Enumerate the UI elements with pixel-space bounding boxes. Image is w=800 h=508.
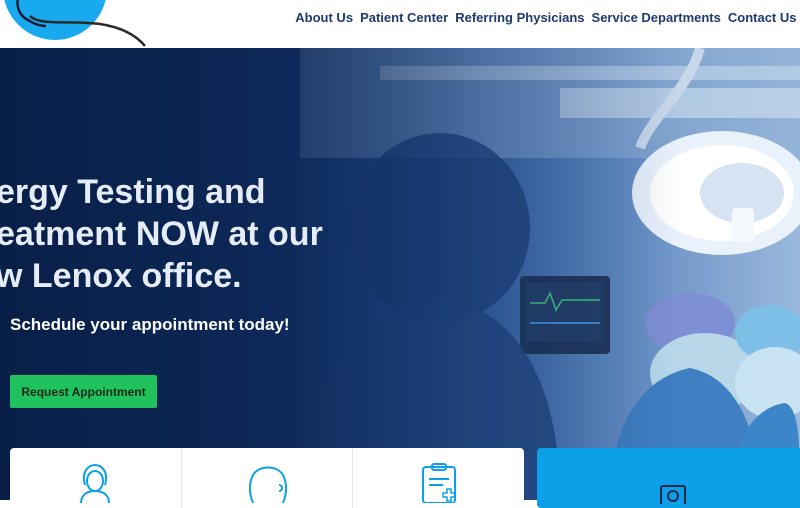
request-appointment-button[interactable]: Request Appointment — [10, 375, 157, 408]
clipboard-medical-icon — [421, 463, 456, 503]
logo[interactable] — [0, 0, 160, 48]
hero-headline: ergy Testing and eatment NOW at our w Le… — [0, 171, 356, 297]
nav-referring-physicians[interactable]: Referring Physicians — [452, 10, 588, 26]
card-head[interactable] — [182, 448, 354, 508]
nav-about-us[interactable]: About Us — [292, 10, 357, 26]
logo-icon — [4, 0, 146, 47]
head-profile-icon — [249, 466, 287, 503]
card-clipboard[interactable] — [353, 448, 524, 508]
document-icon — [660, 485, 686, 504]
site-header: About Us Patient Center Referring Physic… — [0, 0, 800, 48]
nav-contact-us[interactable]: Contact Us — [724, 10, 800, 26]
headline-line-1: ergy Testing and — [0, 173, 266, 211]
headline-line-3: w Lenox office. — [0, 257, 242, 295]
headline-line-2: eatment NOW at our — [0, 215, 323, 253]
nav-service-departments[interactable]: Service Departments — [588, 10, 724, 26]
card-patient[interactable] — [10, 448, 182, 508]
highlight-card[interactable] — [537, 448, 800, 508]
nav-patient-center[interactable]: Patient Center — [357, 10, 452, 26]
service-cards — [10, 448, 524, 508]
main-nav: About Us Patient Center Referring Physic… — [292, 10, 800, 26]
hero-subheading: Schedule your appointment today! — [10, 315, 290, 334]
female-patient-icon — [80, 463, 111, 503]
hero-banner: ergy Testing and eatment NOW at our w Le… — [0, 48, 800, 500]
